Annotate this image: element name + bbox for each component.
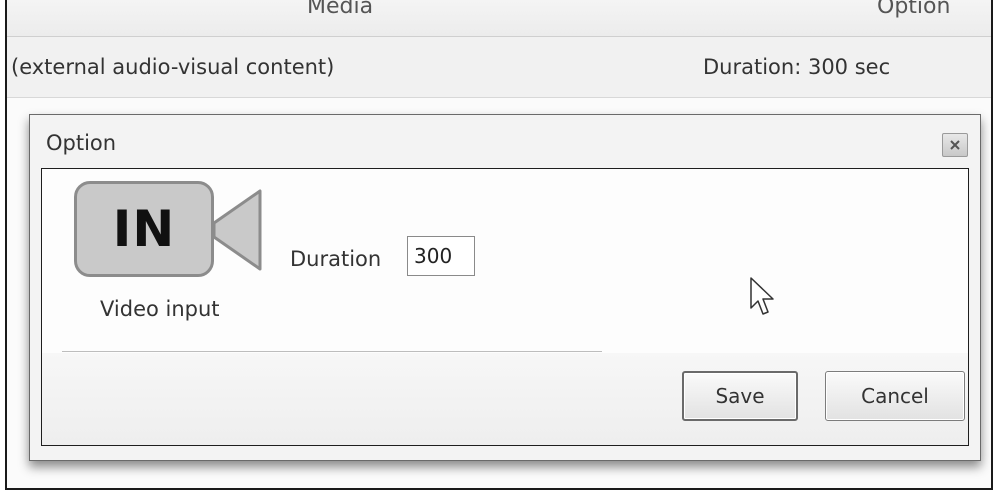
dialog-footer: Save Cancel — [42, 353, 968, 445]
dialog-content: IN Video input Duration Save Cancel — [41, 168, 969, 446]
dialog-title: Option — [46, 131, 117, 155]
column-header-option[interactable]: Option — [877, 0, 950, 19]
duration-input[interactable] — [407, 236, 475, 276]
table-row[interactable]: (external audio-visual content) Duration… — [7, 37, 991, 98]
mouse-cursor-icon — [750, 277, 774, 315]
cancel-button[interactable]: Cancel — [825, 371, 965, 421]
camera-body: IN — [74, 181, 214, 277]
camera-lens-icon — [212, 189, 262, 271]
save-button[interactable]: Save — [682, 371, 798, 421]
media-type-label: Video input — [100, 297, 220, 321]
cell-option: Duration: 300 sec — [703, 55, 891, 79]
camera-icon-text: IN — [112, 200, 176, 258]
divider — [62, 351, 602, 352]
column-header-media[interactable]: Media — [307, 0, 373, 19]
table-header: Media Option — [7, 0, 991, 37]
option-dialog: Option IN Video input Duration Save — [29, 114, 981, 461]
close-button[interactable] — [942, 133, 968, 157]
cell-media: (external audio-visual content) — [11, 55, 335, 79]
video-camera-icon: IN — [74, 181, 264, 279]
duration-label: Duration — [290, 247, 382, 271]
app-window: Media Option (external audio-visual cont… — [5, 0, 993, 490]
close-icon — [950, 140, 960, 150]
